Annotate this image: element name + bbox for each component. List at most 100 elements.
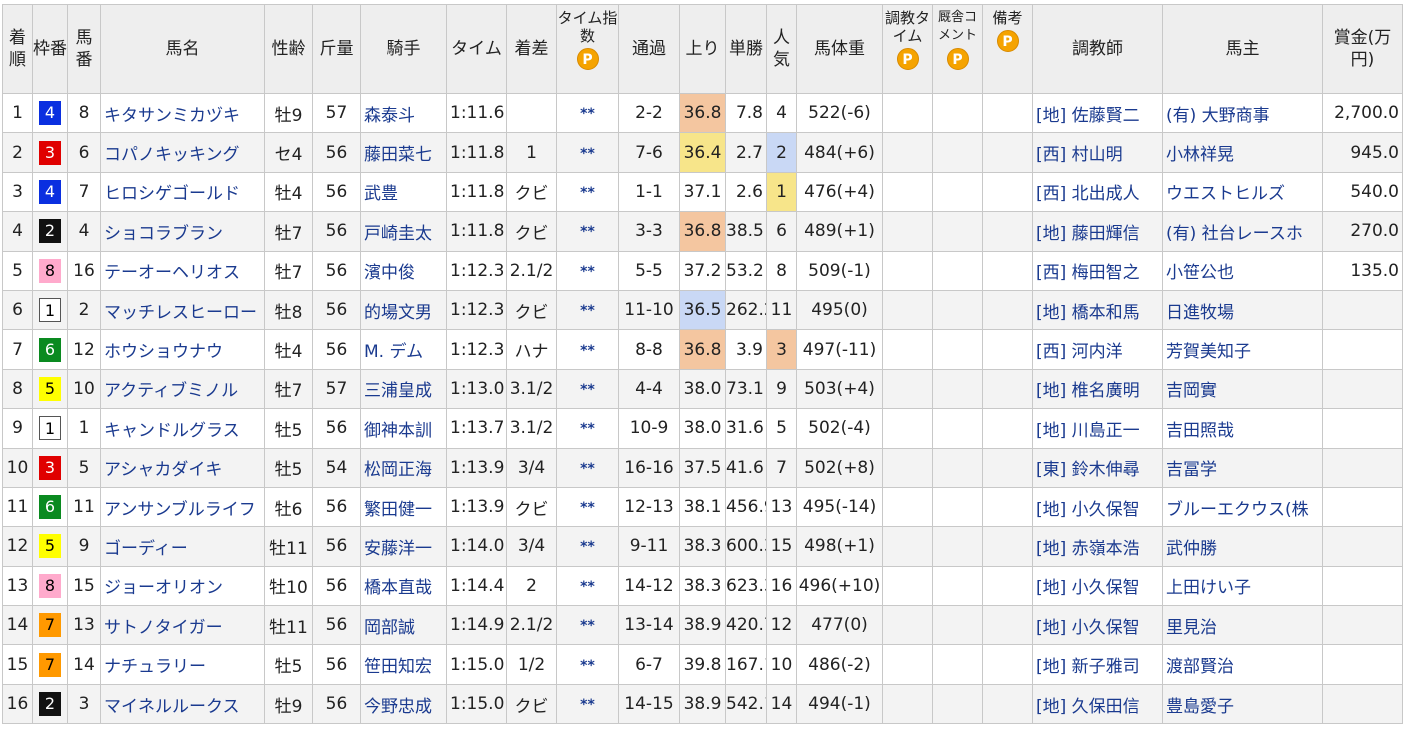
owner-link[interactable]: 芳賀美知子 [1166, 342, 1251, 362]
owner-link[interactable]: (有) 大野商事 [1166, 106, 1270, 126]
trainer-cell: [地] 新子雅司 [1032, 644, 1163, 685]
owner-link[interactable]: (有) 社台レースホ [1166, 224, 1303, 244]
trainer-link[interactable]: [地] 佐藤賢二 [1036, 106, 1140, 126]
time-cell: 1:15.0 [446, 683, 507, 725]
margin-cell: 2.1/2 [506, 605, 557, 646]
owner-link[interactable]: 日進牧場 [1166, 303, 1234, 323]
jockey-link[interactable]: 松岡正海 [364, 460, 432, 480]
timeindex-value[interactable]: ** [580, 618, 595, 634]
owner-link[interactable]: 吉岡實 [1166, 381, 1217, 401]
jockey-link[interactable]: 的場文男 [364, 303, 432, 323]
jockey-link[interactable]: 岡部誠 [364, 618, 415, 638]
owner-cell: 豊島愛子 [1162, 683, 1323, 725]
table-row: 4 2 4 ショコラブラン 牡7 56 戸崎圭太 1:11.8 クビ ** 3-3 36.8 38.5 6… [2, 211, 1403, 252]
trainer-link[interactable]: [地] 小久保智 [1036, 618, 1140, 638]
horse-name-link[interactable]: ゴーディー [104, 539, 188, 559]
jockey-link[interactable]: 戸崎圭太 [364, 224, 432, 244]
horse-name-link[interactable]: ジョーオリオン [104, 578, 223, 598]
jockey-link[interactable]: 笹田知宏 [364, 657, 432, 677]
trainer-link[interactable]: [西] 梅田智之 [1036, 263, 1140, 283]
owner-link[interactable]: 吉田照哉 [1166, 421, 1234, 441]
jockey-cell: 松岡正海 [360, 447, 447, 488]
odds-cell: 38.5 [725, 211, 767, 252]
premium-p-icon[interactable]: P [946, 48, 969, 70]
horse-name-link[interactable]: キタサンミカヅキ [104, 106, 240, 126]
horse-name-link[interactable]: アンサンブルライフ [104, 500, 256, 520]
owner-link[interactable]: 武仲勝 [1166, 539, 1217, 559]
owner-link[interactable]: 上田けい子 [1166, 578, 1251, 598]
horse-name-link[interactable]: キャンドルグラス [104, 421, 240, 441]
trainer-link[interactable]: [地] 赤嶺本浩 [1036, 539, 1140, 559]
timeindex-value[interactable]: ** [580, 106, 595, 122]
timeindex-value[interactable]: ** [580, 146, 595, 162]
trainer-link[interactable]: [地] 小久保智 [1036, 500, 1140, 520]
table-row: 6 1 2 マッチレスヒーロー 牡8 56 的場文男 1:12.3 クビ ** 11-10 36.5 2… [2, 289, 1403, 331]
jockey-cell: 繁田健一 [360, 486, 447, 528]
owner-link[interactable]: 小林祥晃 [1166, 145, 1234, 165]
training-time-cell [882, 132, 933, 173]
timeindex-value[interactable]: ** [580, 500, 595, 516]
horse-name-link[interactable]: マッチレスヒーロー [104, 303, 257, 323]
owner-link[interactable]: 里見治 [1166, 618, 1217, 638]
trainer-link[interactable]: [地] 橋本和馬 [1036, 303, 1140, 323]
jockey-link[interactable]: 繁田健一 [364, 500, 432, 520]
trainer-link[interactable]: [地] 新子雅司 [1036, 657, 1140, 677]
timeindex-value[interactable]: ** [580, 421, 595, 437]
timeindex-value[interactable]: ** [580, 185, 595, 201]
jockey-link[interactable]: 三浦皇成 [364, 381, 432, 401]
premium-p-icon[interactable]: P [996, 30, 1019, 52]
jockey-link[interactable]: 安藤洋一 [364, 539, 432, 559]
horse-name-link[interactable]: テーオーヘリオス [104, 263, 240, 283]
timeindex-value[interactable]: ** [580, 224, 595, 240]
horse-name-link[interactable]: ショコラブラン [104, 224, 223, 244]
timeindex-value[interactable]: ** [580, 658, 595, 674]
horse-name-link[interactable]: マイネルルークス [104, 697, 240, 717]
trainer-link[interactable]: [地] 小久保智 [1036, 578, 1140, 598]
trainer-link[interactable]: [地] 久保田信 [1036, 697, 1140, 717]
sexage-cell: 牡7 [264, 368, 313, 410]
trainer-link[interactable]: [西] 河内洋 [1036, 342, 1123, 362]
bodyweight-cell: 509(-1) [796, 250, 883, 291]
jockey-link[interactable]: 今野忠成 [364, 697, 432, 717]
trainer-link[interactable]: [地] 藤田輝信 [1036, 224, 1140, 244]
timeindex-value[interactable]: ** [580, 697, 595, 713]
horse-name-link[interactable]: アクティブミノル [104, 381, 238, 401]
trainer-link[interactable]: [地] 椎名廣明 [1036, 381, 1140, 401]
premium-p-icon[interactable]: P [896, 48, 919, 70]
owner-link[interactable]: ブルーエクウス(株 [1166, 500, 1309, 520]
owner-link[interactable]: 吉冨学 [1166, 460, 1217, 480]
timeindex-value[interactable]: ** [580, 539, 595, 555]
timeindex-value[interactable]: ** [580, 461, 595, 477]
timeindex-value[interactable]: ** [580, 303, 595, 319]
stable-comment-cell [932, 644, 983, 685]
trainer-link[interactable]: [東] 鈴木伸尋 [1036, 460, 1140, 480]
timeindex-value[interactable]: ** [580, 579, 595, 595]
timeindex-value[interactable]: ** [580, 382, 595, 398]
jockey-link[interactable]: 橋本直哉 [364, 578, 432, 598]
horse-name-link[interactable]: アシャカダイキ [104, 460, 222, 480]
horse-name-link[interactable]: コパノキッキング [104, 145, 240, 165]
timeindex-value[interactable]: ** [580, 343, 595, 359]
jockey-link[interactable]: 御神本訓 [364, 421, 432, 441]
horse-name-link[interactable]: ヒロシゲゴールド [104, 184, 240, 204]
jockey-link[interactable]: 濱中俊 [364, 263, 415, 283]
trainer-link[interactable]: [地] 川島正一 [1036, 421, 1140, 441]
trainer-link[interactable]: [西] 北出成人 [1036, 184, 1140, 204]
popularity-cell: 16 [766, 565, 797, 607]
owner-link[interactable]: 豊島愛子 [1166, 697, 1234, 717]
jockey-link[interactable]: 藤田菜七 [364, 145, 432, 165]
jockey-link[interactable]: M. デム [364, 342, 423, 362]
timeindex-value[interactable]: ** [580, 264, 595, 280]
owner-link[interactable]: 小笹公也 [1166, 263, 1234, 283]
horse-name-link[interactable]: ナチュラリー [104, 657, 206, 677]
jockey-link[interactable]: 武豊 [364, 184, 398, 204]
margin-cell: クビ [506, 171, 557, 213]
premium-p-icon[interactable]: P [576, 48, 599, 70]
jockey-cell: 今野忠成 [360, 683, 447, 725]
trainer-link[interactable]: [西] 村山明 [1036, 145, 1123, 165]
horse-name-link[interactable]: サトノタイガー [104, 618, 223, 638]
owner-link[interactable]: ウエストヒルズ [1166, 184, 1285, 204]
jockey-link[interactable]: 森泰斗 [364, 106, 415, 126]
horse-name-link[interactable]: ホウショウナウ [104, 342, 223, 362]
owner-link[interactable]: 渡部賢治 [1166, 657, 1234, 677]
